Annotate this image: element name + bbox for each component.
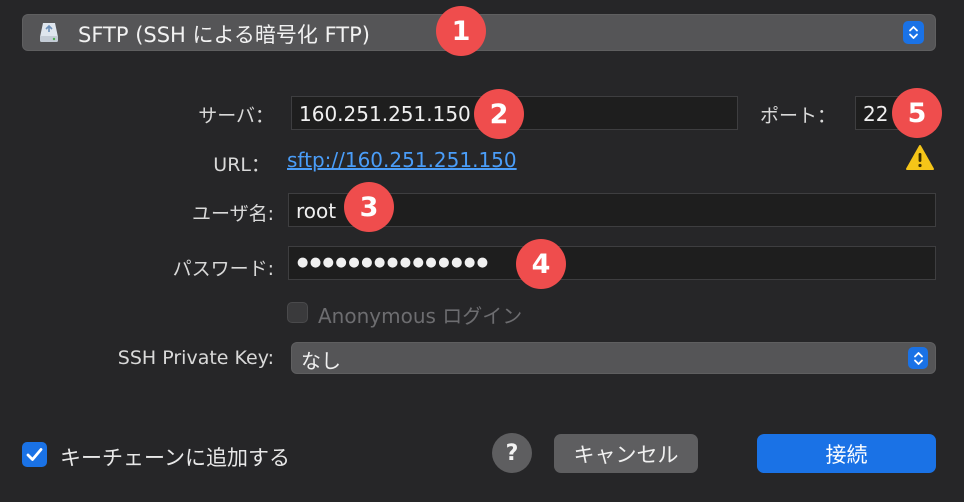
- connect-button[interactable]: 接続: [757, 434, 936, 473]
- ssh-key-label: SSH Private Key:: [117, 347, 274, 369]
- port-value: 22: [863, 102, 889, 126]
- updown-icon: [903, 21, 924, 44]
- protocol-label: SFTP (SSH による暗号化 FTP): [78, 23, 370, 47]
- url-label: URL：: [213, 154, 270, 176]
- anonymous-label: Anonymous ログイン: [318, 304, 523, 328]
- annotation-badge-2: 2: [474, 89, 524, 139]
- annotation-badge-1: 1: [436, 6, 486, 56]
- help-button[interactable]: ?: [492, 433, 532, 473]
- annotation-badge-4: 4: [516, 239, 566, 289]
- port-label: ポート：: [759, 105, 836, 127]
- password-field[interactable]: ●●●●●●●●●●●●●●●: [288, 246, 936, 280]
- keychain-label: キーチェーンに追加する: [60, 446, 290, 470]
- updown-icon: [908, 347, 928, 369]
- annotation-badge-3: 3: [344, 182, 394, 232]
- anonymous-checkbox[interactable]: [287, 302, 308, 323]
- url-link[interactable]: sftp://160.251.251.150: [287, 148, 517, 172]
- warning-icon[interactable]: [905, 144, 935, 175]
- username-value: root: [296, 199, 337, 223]
- keychain-checkbox[interactable]: [22, 442, 47, 467]
- password-dots: ●●●●●●●●●●●●●●●: [297, 255, 490, 270]
- username-label: ユーザ名:: [191, 203, 274, 225]
- server-value: 160.251.251.150: [299, 102, 471, 126]
- ssh-key-popup[interactable]: なし: [291, 342, 936, 374]
- drive-icon: [38, 21, 60, 48]
- cancel-button[interactable]: キャンセル: [554, 434, 698, 473]
- annotation-badge-5: 5: [892, 88, 942, 138]
- server-label: サーバ：: [198, 105, 274, 127]
- password-label: パスワード:: [172, 258, 274, 280]
- ssh-key-value: なし: [301, 349, 341, 373]
- checkmark-icon: [26, 448, 43, 461]
